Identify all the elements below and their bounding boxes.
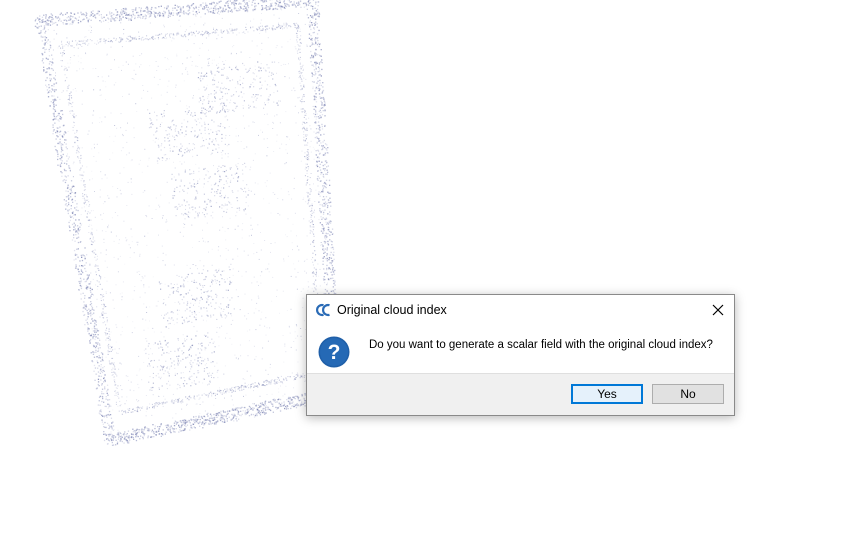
original-cloud-index-dialog: Original cloud index ? Do you want to ge…: [306, 294, 735, 416]
close-icon: [712, 304, 724, 316]
dialog-titlebar[interactable]: Original cloud index: [307, 295, 734, 325]
question-icon: ?: [318, 336, 350, 368]
point-cloud-points: [34, 0, 343, 446]
close-button[interactable]: [702, 295, 734, 325]
yes-button[interactable]: Yes: [571, 384, 643, 404]
dialog-message: Do you want to generate a scalar field w…: [369, 339, 713, 351]
point-cloud-render: [34, 0, 343, 446]
3d-viewport[interactable]: Original cloud index ? Do you want to ge…: [0, 0, 864, 541]
cloudcompare-cc-icon: [316, 303, 330, 317]
dialog-button-bar: Yes No: [307, 373, 734, 415]
dialog-content: ? Do you want to generate a scalar field…: [307, 325, 734, 373]
no-button[interactable]: No: [652, 384, 724, 404]
dialog-title: Original cloud index: [337, 303, 447, 317]
